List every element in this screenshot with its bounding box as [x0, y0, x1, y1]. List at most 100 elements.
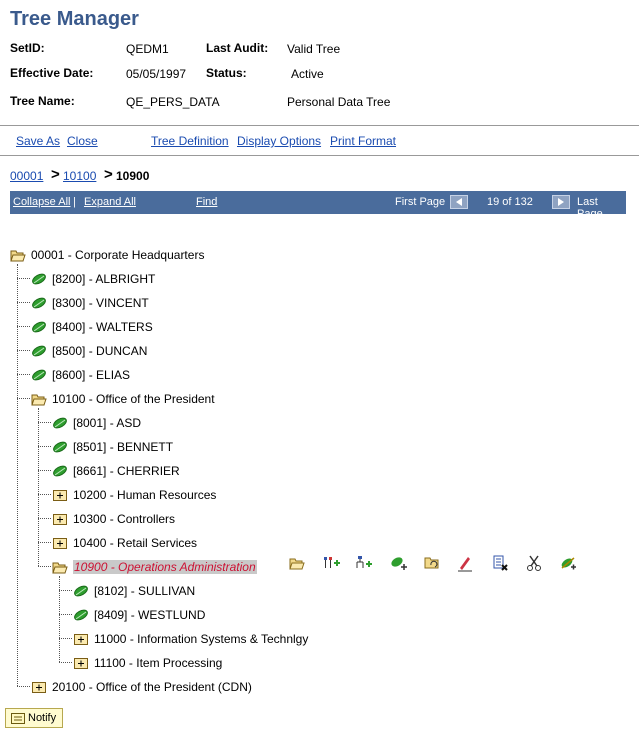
leaf-icon: [31, 295, 47, 311]
divider-bottom: [0, 155, 639, 156]
tree-node-label[interactable]: 11100 - Item Processing: [94, 656, 222, 670]
save-as-link[interactable]: Save As: [16, 134, 60, 148]
tree-node-label[interactable]: [8409] - WESTLUND: [94, 608, 205, 622]
tree-connector: [17, 264, 18, 686]
expand-all-link[interactable]: Expand All: [84, 196, 136, 208]
first-page-label[interactable]: First Page: [395, 196, 445, 208]
insert-sibling-icon[interactable]: [322, 554, 340, 572]
tree-name-label: Tree Name:: [10, 94, 75, 108]
effdt-label: Effective Date:: [10, 66, 94, 80]
folder-open-icon: [31, 391, 47, 407]
display-options-link[interactable]: Display Options: [237, 134, 321, 148]
cut-icon[interactable]: [525, 554, 543, 572]
tree-node-label[interactable]: 11000 - Information Systems & Technlgy: [94, 632, 308, 646]
tree-node-label[interactable]: [8600] - ELIAS: [52, 368, 130, 382]
tree-node-label[interactable]: [8300] - VINCENT: [52, 296, 149, 310]
tree-node-label[interactable]: [8102] - SULLIVAN: [94, 584, 195, 598]
collapse-all-link[interactable]: Collapse All: [13, 196, 70, 208]
tree-definition-link[interactable]: Tree Definition: [151, 134, 229, 148]
setid-value: QEDM1: [126, 42, 169, 56]
divider-top: [0, 125, 639, 126]
folder-open-icon[interactable]: [288, 554, 306, 572]
insert-leaf-icon[interactable]: [389, 554, 407, 572]
delete-icon[interactable]: [491, 554, 509, 572]
tree-connector: [17, 278, 30, 279]
tree-view: 00001 - Corporate Headquarters [8200] - A…: [0, 0, 639, 741]
folder-expand-icon[interactable]: [31, 679, 47, 695]
folder-open-icon: [52, 559, 68, 575]
tree-node-label[interactable]: [8400] - WALTERS: [52, 320, 153, 334]
arrow-left-icon: [456, 198, 462, 206]
breadcrumb-current: 10900: [116, 169, 150, 183]
folder-expand-icon[interactable]: [73, 655, 89, 671]
tree-connector: [17, 302, 30, 303]
tree-connector: [17, 374, 30, 375]
tree-node-label[interactable]: 00001 - Corporate Headquarters: [31, 248, 204, 262]
tree-connector: [17, 326, 30, 327]
tree-connector: [38, 494, 51, 495]
folder-expand-icon[interactable]: [52, 511, 68, 527]
arrow-right-icon: [558, 198, 564, 206]
edit-icon[interactable]: [456, 554, 474, 572]
breadcrumb-separator: >: [104, 166, 113, 183]
close-link[interactable]: Close: [67, 134, 98, 148]
effdt-value: 05/05/1997: [126, 67, 187, 81]
paste-icon[interactable]: [559, 554, 577, 572]
tree-connector: [38, 518, 51, 519]
last-page-label[interactable]: Last Page: [577, 196, 626, 220]
last-audit-value: Valid Tree: [287, 42, 341, 56]
insert-child-icon[interactable]: [354, 554, 372, 572]
tree-name-value: QE_PERS_DATA: [126, 95, 220, 109]
tree-node-label[interactable]: 10100 - Office of the President: [52, 392, 215, 406]
leaf-icon: [31, 367, 47, 383]
tree-node-label[interactable]: 10900 - Operations Administration: [73, 560, 257, 574]
tree-connector: [59, 576, 60, 662]
leaf-icon: [31, 271, 47, 287]
tree-node-label[interactable]: 20100 - Office of the President (CDN): [52, 680, 252, 694]
tree-node-label[interactable]: 10300 - Controllers: [73, 512, 175, 526]
tree-connector: [17, 398, 30, 399]
previous-page-button[interactable]: [450, 195, 468, 209]
leaf-icon: [52, 463, 68, 479]
next-page-button[interactable]: [552, 195, 570, 209]
tree-node-label[interactable]: [8501] - BENNETT: [73, 440, 173, 454]
tree-node-label[interactable]: [8200] - ALBRIGHT: [52, 272, 155, 286]
breadcrumb-item-10100[interactable]: 10100: [63, 169, 96, 183]
tree-connector: [59, 614, 72, 615]
folder-expand-icon[interactable]: [52, 487, 68, 503]
tree-node-label[interactable]: 10400 - Retail Services: [73, 536, 197, 550]
folder-open-icon: [10, 247, 26, 263]
notify-label: Notify: [28, 712, 57, 724]
tree-connector: [17, 350, 30, 351]
tree-connector: [38, 542, 51, 543]
leaf-icon: [52, 415, 68, 431]
move-node-icon[interactable]: [423, 554, 441, 572]
notify-button[interactable]: Notify: [5, 708, 63, 728]
folder-expand-icon[interactable]: [52, 535, 68, 551]
tree-node-label[interactable]: [8661] - CHERRIER: [73, 464, 180, 478]
tree-navigation-bar: Collapse All | Expand All Find First Pag…: [10, 191, 626, 220]
tree-node-label[interactable]: [8001] - ASD: [73, 416, 141, 430]
folder-expand-icon[interactable]: [73, 631, 89, 647]
page-title: Tree Manager: [10, 8, 139, 30]
tree-connector: [59, 590, 72, 591]
status-value: Active: [291, 67, 324, 81]
tree-connector: [59, 662, 72, 663]
navbar-divider: |: [73, 196, 76, 208]
breadcrumb-separator: >: [51, 166, 60, 183]
tree-description: Personal Data Tree: [287, 95, 391, 109]
find-link[interactable]: Find: [196, 196, 217, 208]
tree-connector: [17, 686, 30, 687]
leaf-icon: [73, 607, 89, 623]
leaf-icon: [31, 319, 47, 335]
breadcrumb-item-00001[interactable]: 00001: [10, 169, 43, 183]
tree-connector: [38, 446, 51, 447]
status-label: Status:: [206, 66, 247, 80]
tree-node-label[interactable]: [8500] - DUNCAN: [52, 344, 147, 358]
print-format-link[interactable]: Print Format: [330, 134, 396, 148]
tree-connector: [38, 566, 51, 567]
tree-connector: [38, 470, 51, 471]
leaf-icon: [31, 343, 47, 359]
setid-label: SetID:: [10, 41, 45, 55]
tree-node-label[interactable]: 10200 - Human Resources: [73, 488, 216, 502]
